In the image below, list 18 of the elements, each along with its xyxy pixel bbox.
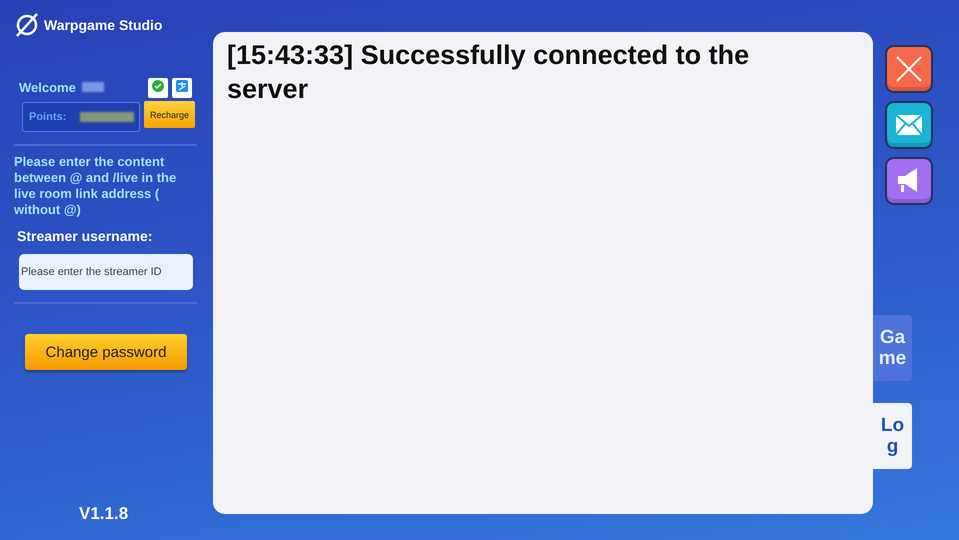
points-panel: Points: bbox=[22, 102, 140, 132]
mail-button[interactable] bbox=[885, 101, 933, 149]
tab[interactable]: Game bbox=[873, 315, 912, 381]
announcement-button[interactable] bbox=[885, 157, 933, 205]
instructions-text: Please enter the content between @ and /live in the live room link address ( without @) bbox=[14, 154, 178, 218]
close-button[interactable] bbox=[885, 45, 933, 93]
streamer-id-field[interactable]: Please enter the streamer ID bbox=[19, 254, 193, 290]
recharge-button[interactable]: Recharge bbox=[144, 101, 195, 128]
tab[interactable]: Log bbox=[873, 403, 912, 469]
logo-icon bbox=[14, 12, 40, 38]
mail-icon bbox=[895, 114, 923, 136]
brand-name: Warpgame Studio bbox=[44, 17, 162, 33]
log-line: [15:43:33] Successfully connected to the server bbox=[227, 39, 750, 106]
version-label: V1.1.8 bbox=[79, 504, 130, 524]
close-icon bbox=[896, 56, 922, 82]
welcome-label: Welcome bbox=[19, 80, 76, 94]
streamer-label: Streamer username: bbox=[17, 228, 154, 244]
change-password-button[interactable]: Change password bbox=[25, 334, 187, 370]
